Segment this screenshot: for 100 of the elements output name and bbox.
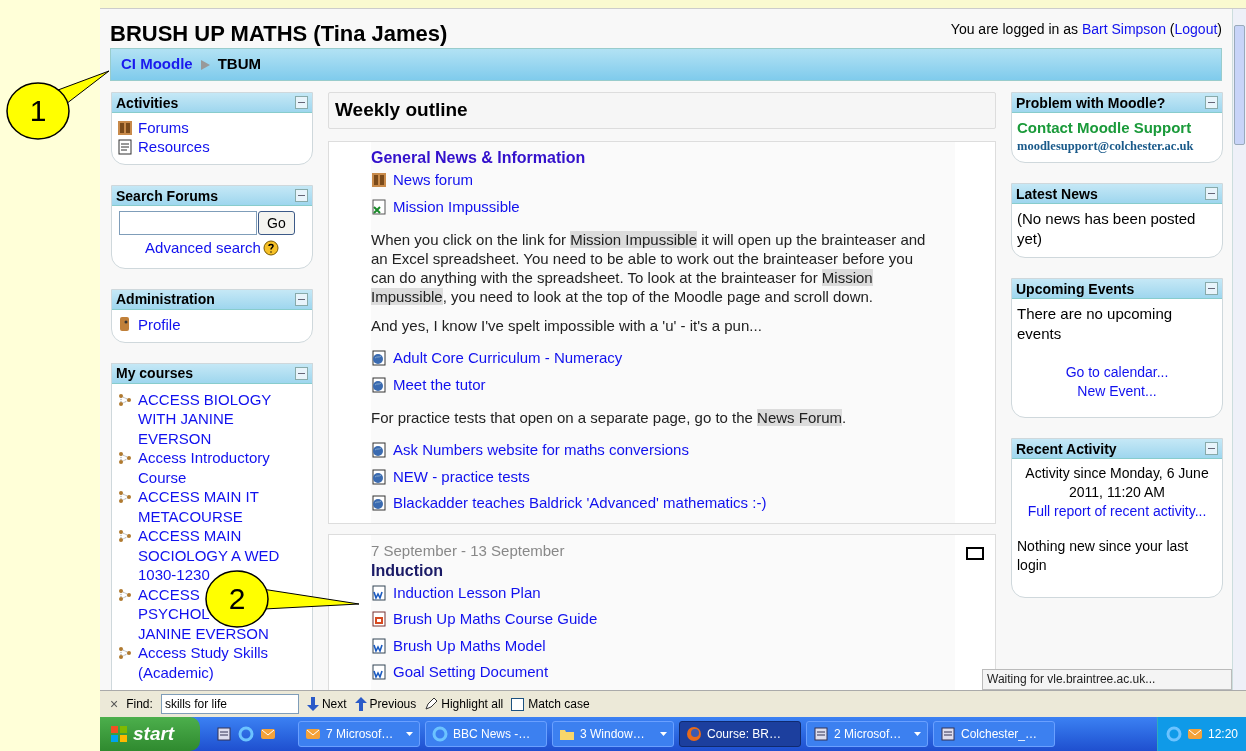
status-tooltip: Waiting for vle.braintree.ac.uk... <box>982 669 1232 690</box>
previous-button[interactable]: Previous <box>354 695 417 713</box>
block-title: Latest News <box>1016 184 1098 203</box>
envelope-icon <box>1186 726 1203 742</box>
course-link[interactable]: Access Study Skills (Academic) <box>138 643 307 682</box>
network-icon <box>117 489 133 505</box>
collapse-icon[interactable] <box>295 189 308 202</box>
breadcrumb-current: TBUM <box>217 54 261 75</box>
block-title: Upcoming Events <box>1016 279 1135 298</box>
resource-link[interactable]: News forum <box>393 169 474 192</box>
block-link[interactable]: Forums <box>138 118 189 137</box>
resource-link[interactable]: Adult Core Curriculum - Numeracy <box>393 347 623 370</box>
taskbar-button[interactable]: 7 Microsof… <box>298 721 420 747</box>
advanced-search-link[interactable]: Advanced search <box>145 237 261 260</box>
find-label: Find: <box>126 696 153 713</box>
taskbar-button[interactable]: 3 Window… <box>552 721 674 747</box>
match-case-checkbox[interactable] <box>511 697 525 711</box>
resource-link[interactable]: NEW - practice tests <box>393 465 530 488</box>
help-icon[interactable] <box>262 240 279 257</box>
collapse-icon[interactable] <box>1205 282 1218 295</box>
full-report-link[interactable]: Full report of recent activity... <box>1017 502 1217 521</box>
envelope-icon <box>305 726 321 742</box>
people-icon <box>371 172 387 189</box>
block-link[interactable]: Resources <box>138 137 210 156</box>
network-icon <box>117 528 133 544</box>
course-link[interactable]: ACCESS MAIN IT METACOURSE <box>138 487 307 526</box>
search-field[interactable] <box>119 211 257 235</box>
section-paragraph: For practice tests that open on a separate page, go to the News Forum. <box>371 408 848 427</box>
start-button[interactable]: start <box>100 717 200 751</box>
network-icon <box>117 450 133 466</box>
collapse-icon[interactable] <box>295 366 308 380</box>
callout-number: 1 <box>28 93 48 129</box>
outline-title: Weekly outline <box>335 98 468 123</box>
taskbar-button[interactable]: Course: BR… <box>679 721 801 747</box>
activity-text: Nothing new since your last login <box>1017 537 1190 575</box>
block-title: Administration <box>116 290 215 308</box>
go-button[interactable]: Go <box>258 211 295 235</box>
news-text: (No news has been posted yet) <box>1017 209 1197 249</box>
people-icon <box>117 119 133 136</box>
resource-link[interactable]: Brush Up Maths Model <box>393 634 546 657</box>
section-paragraph: And yes, I know I've spelt impossible with a 'u' - it's a pun... <box>371 316 763 335</box>
collapse-icon[interactable] <box>295 96 308 109</box>
browser-icon <box>238 726 254 742</box>
taskbar-button[interactable]: BBC News -… <box>425 721 547 747</box>
resource-link[interactable]: Induction Lesson Plan <box>393 581 541 604</box>
find-field[interactable]: skills for life <box>160 694 299 714</box>
highlight-toggle-icon[interactable] <box>966 546 984 560</box>
block-title: Search Forums <box>116 186 218 205</box>
block-link[interactable]: Profile <box>138 314 181 334</box>
caret-icon <box>406 732 413 736</box>
caret-icon <box>660 732 667 736</box>
email-link[interactable]: moodlesupport@colchester.ac.uk <box>1017 138 1217 154</box>
separator-arrow-icon <box>200 59 210 70</box>
collapse-icon[interactable] <box>1205 96 1218 109</box>
caret-icon <box>914 732 921 736</box>
block-title: Recent Activity <box>1016 439 1117 458</box>
resource-link[interactable]: Ask Numbers website for maths conversions <box>393 439 689 462</box>
browser-icon <box>432 726 448 742</box>
pen-icon <box>424 697 439 711</box>
windows-logo-icon <box>110 725 128 743</box>
resource-link[interactable]: Mission Impussible <box>393 195 520 218</box>
collapse-icon[interactable] <box>1205 442 1218 455</box>
resource-link[interactable]: Brush Up Maths Course Guide <box>393 608 598 631</box>
envelope-icon <box>260 726 276 742</box>
match-case-label: Match case <box>528 696 590 713</box>
network-icon <box>117 391 133 408</box>
block-title: My courses <box>116 364 194 382</box>
login-info: You are logged in as Bart Simpson (Logout) <box>950 20 1222 39</box>
resource-link[interactable]: Blackadder teaches Baldrick 'Advanced' mathematics :-) <box>393 492 767 515</box>
browser-icon <box>1165 726 1182 742</box>
course-link[interactable]: Access Introductory Course <box>138 448 307 487</box>
section-paragraph: When you click on the link for Mission Impussible it will open up the brainteaser and an Excel spreadsheet. You need to be able to work out the brainteaser before you can do anything with the spreadsheet. To look at the brainteaser for Mission Impussible, you need to look at the top of the Moodle page and scroll down. <box>371 230 927 306</box>
highlight-all-button[interactable]: Highlight all <box>424 695 504 713</box>
document-icon <box>813 726 829 742</box>
down-arrow-icon <box>306 697 319 711</box>
week-date: 7 September - 13 September <box>371 540 566 561</box>
user-link[interactable]: Bart Simpson <box>1081 21 1166 37</box>
section-title: Induction <box>371 560 444 580</box>
block-title: Activities <box>116 93 179 112</box>
section-title: General News & Information <box>371 148 587 167</box>
resource-link[interactable]: Goal Setting Document <box>393 661 549 684</box>
course-title: BRUSH UP MATHS (Tina James) <box>110 20 448 47</box>
taskbar-button[interactable]: Colchester_… <box>933 721 1055 747</box>
breadcrumb-link[interactable]: CI Moodle <box>121 53 193 76</box>
globe-icon <box>686 726 702 742</box>
events-text: There are no upcoming events <box>1017 304 1174 344</box>
close-button[interactable]: × <box>110 697 119 711</box>
taskbar-button[interactable]: 2 Microsof… <box>806 721 928 747</box>
scrollbar[interactable] <box>1232 9 1246 690</box>
collapse-icon[interactable] <box>295 292 308 306</box>
event-link[interactable]: New Event... <box>1077 382 1157 401</box>
logout-link[interactable]: Logout <box>1174 21 1218 37</box>
event-link[interactable]: Go to calendar... <box>1065 363 1169 382</box>
course-link[interactable]: ACCESS BIOLOGY WITH JANINE EVERSON <box>138 389 307 448</box>
block-title: Problem with Moodle? <box>1016 93 1166 112</box>
network-icon <box>117 645 133 661</box>
document-icon <box>117 138 133 155</box>
collapse-icon[interactable] <box>1205 187 1218 200</box>
resource-link[interactable]: Meet the tutor <box>393 373 486 396</box>
next-button[interactable]: Next <box>306 695 347 713</box>
